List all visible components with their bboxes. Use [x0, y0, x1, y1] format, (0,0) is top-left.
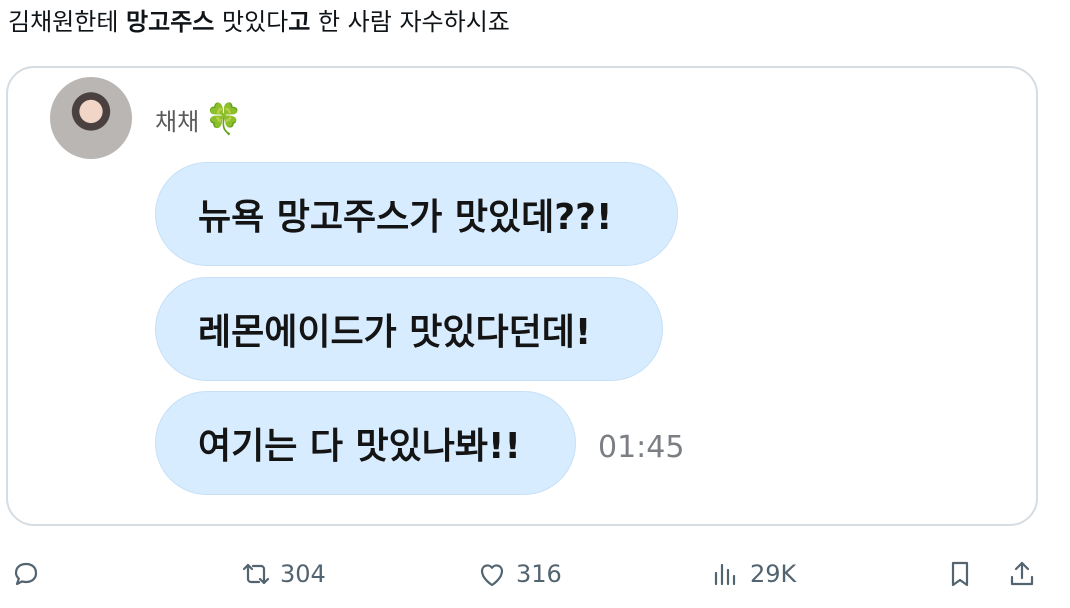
- views-icon: [714, 563, 736, 586]
- chat-bubble: 뉴욕 망고주스가 맛있데??!: [155, 162, 678, 266]
- share-button[interactable]: [1006, 558, 1038, 590]
- reply-icon: [14, 562, 38, 586]
- sender-name-text: 채채: [155, 108, 200, 136]
- message-timestamp: 01:45: [598, 430, 685, 465]
- retweet-icon: [242, 563, 270, 585]
- retweet-count: 304: [280, 560, 326, 588]
- like-count: 316: [516, 560, 562, 588]
- tweet-text-bold: 망고주스: [126, 8, 215, 36]
- reply-button[interactable]: [10, 558, 50, 590]
- views-button[interactable]: 29K: [710, 558, 796, 590]
- chat-message-text: 여기는 다 맛있나봐!!: [198, 426, 521, 467]
- action-bar: 304 316 29K: [0, 548, 1070, 608]
- tweet-text-part: 맛있다: [214, 8, 289, 36]
- share-icon: [1010, 561, 1034, 586]
- retweet-button[interactable]: 304: [240, 558, 326, 590]
- tweet-text-part: 한 사람 자수하시죠: [310, 8, 510, 36]
- tweet-text: 김채원한테 망고주스 맛있다고 한 사람 자수하시죠: [8, 4, 510, 40]
- chat-bubble: 여기는 다 맛있나봐!!: [155, 391, 576, 495]
- views-count: 29K: [750, 560, 797, 588]
- tweet-text-bold: 고: [288, 8, 311, 36]
- bookmark-button[interactable]: [944, 558, 976, 590]
- chat-bubble: 레몬에이드가 맛있다던데!: [155, 277, 663, 381]
- tweet-text-part: 김채원한테: [8, 8, 127, 36]
- avatar: [50, 77, 132, 159]
- heart-icon: [480, 564, 504, 587]
- bookmark-icon: [951, 561, 969, 587]
- sender-name: 채채 🍀: [155, 102, 243, 137]
- chat-message-text: 뉴욕 망고주스가 맛있데??!: [198, 197, 613, 238]
- clover-icon: 🍀: [205, 101, 243, 137]
- chat-message-text: 레몬에이드가 맛있다던데!: [198, 312, 592, 353]
- like-button[interactable]: 316: [476, 558, 562, 590]
